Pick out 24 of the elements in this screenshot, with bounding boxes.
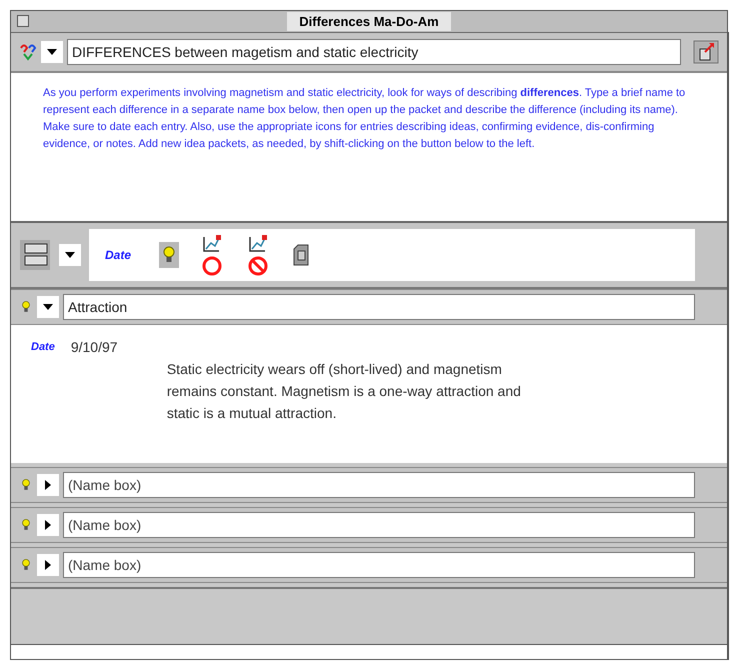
entry-date: 9/10/97	[70, 338, 119, 357]
lightbulb-tool-icon[interactable]	[159, 242, 180, 268]
instructions-text: As you perform experiments involving magnetism and static electricity, look for ways of describing differences. Type a brief name to represent each difference in a separate name box below, then open up the packet and describe the difference (including its name). Make sure to date each entry. Also, use the appropriate icons for entries describing ideas, confirming evidence, dis-confirming evidence, or notes. Add new idea packets, as needed, by shift-clicking on the button below to the left.	[43, 86, 686, 152]
question-mark-icon[interactable]	[19, 42, 37, 62]
new-packet-icon[interactable]	[19, 239, 51, 271]
name-field[interactable]: Attraction	[63, 294, 695, 320]
caret-right-icon	[43, 520, 53, 530]
entry-text: Static electricity wears off (short-lived) and magnetism remains constant. Magnetism is a one-way attraction and static is a mutual attraction.	[166, 360, 522, 423]
name-field[interactable]: (Name box)	[63, 472, 695, 498]
date-tag: Date	[31, 339, 55, 463]
horizontal-scrollbar[interactable]	[11, 644, 727, 659]
name-field[interactable]: (Name box)	[63, 512, 695, 538]
caret-down-icon	[47, 47, 57, 57]
caret-down-icon	[65, 250, 75, 260]
caret-right-icon	[43, 480, 53, 490]
name-field[interactable]: (Name box)	[63, 552, 695, 578]
close-box[interactable]	[17, 15, 29, 27]
caret-right-icon	[43, 560, 53, 570]
export-icon[interactable]	[693, 40, 719, 64]
note-icon[interactable]	[291, 244, 312, 266]
topic-field[interactable]: DIFFERENCES between magetism and static electricity	[67, 39, 681, 65]
caret-down-icon	[43, 302, 53, 312]
date-stamp-tool[interactable]: Date	[105, 246, 132, 264]
window-title: Differences Ma-Do-Am	[287, 12, 451, 32]
